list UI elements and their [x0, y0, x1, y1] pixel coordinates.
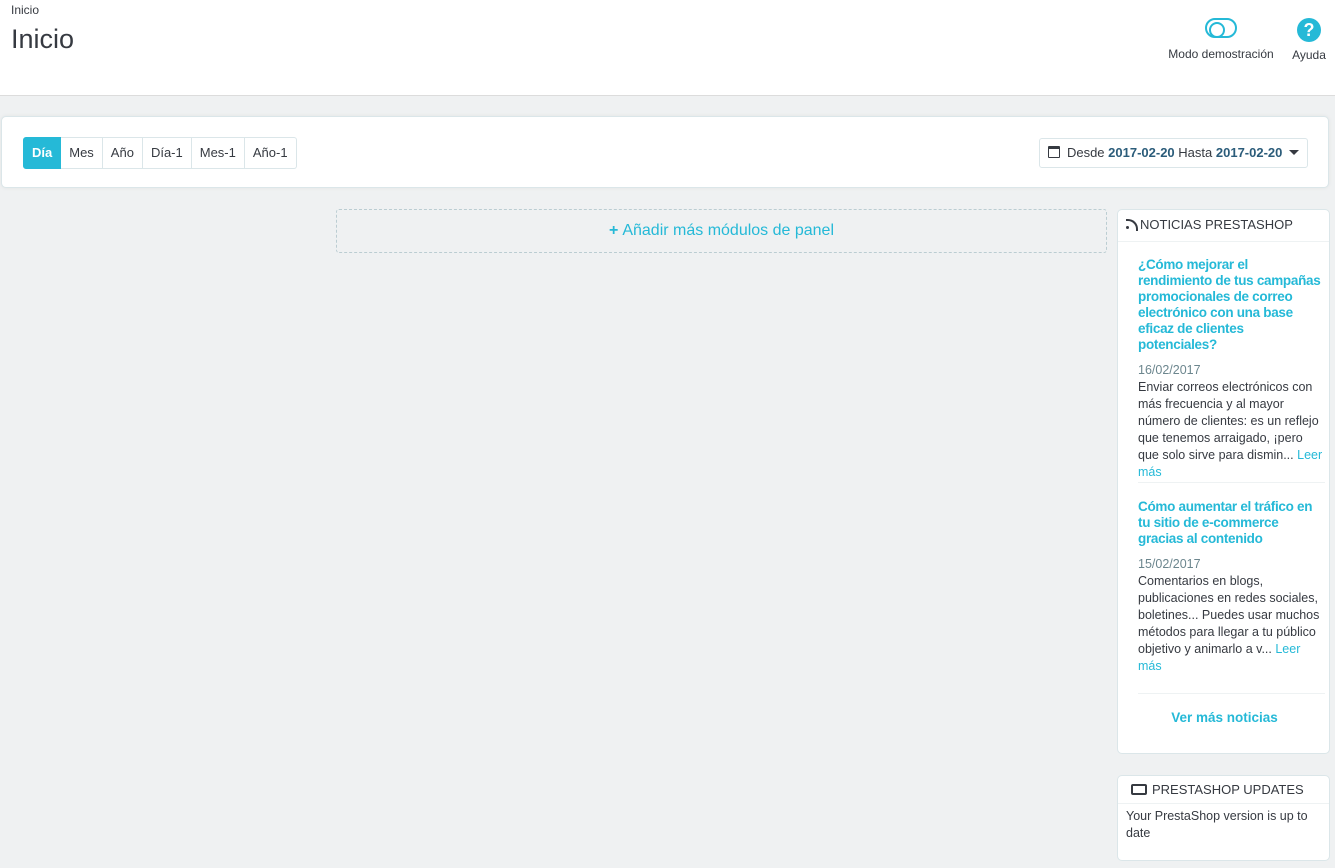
date-range-picker[interactable]: Desde 2017-02-20 Hasta 2017-02-20	[1039, 138, 1308, 168]
article-divider	[1138, 482, 1325, 483]
article-excerpt: Enviar correos electrónicos con más frec…	[1138, 379, 1325, 481]
article-divider	[1138, 693, 1325, 694]
article-date: 15/02/2017	[1138, 557, 1201, 571]
news-panel-heading: NOTICIAS PRESTASHOP	[1118, 210, 1329, 242]
news-article: ¿Cómo mejorar el rendimiento de tus camp…	[1138, 257, 1325, 481]
period-button-previous-month[interactable]: Mes-1	[191, 137, 245, 169]
date-from-label: Desde	[1066, 145, 1105, 160]
calendar-toolbar: Día Mes Año Día-1 Mes-1 Año-1 Desde 2017…	[1, 116, 1329, 188]
demo-mode-label: Modo demostración	[1168, 47, 1274, 61]
breadcrumb[interactable]: Inicio	[11, 3, 39, 17]
caret-down-icon	[1289, 150, 1299, 155]
updates-message: Your PrestaShop version is up to date	[1126, 809, 1308, 840]
article-date: 16/02/2017	[1138, 363, 1201, 377]
article-excerpt: Comentarios en blogs, publicaciones en r…	[1138, 573, 1325, 675]
period-button-previous-year[interactable]: Año-1	[244, 137, 297, 169]
news-heading: NOTICIAS PRESTASHOP	[1140, 217, 1293, 232]
article-excerpt-text: Enviar correos electrónicos con más frec…	[1138, 380, 1319, 462]
period-button-year[interactable]: Año	[102, 137, 143, 169]
refresh-icon	[1131, 784, 1147, 795]
period-button-previous-day[interactable]: Día-1	[142, 137, 192, 169]
page-title: Inicio	[11, 24, 75, 54]
add-modules-label: Añadir más módulos de panel	[622, 222, 835, 239]
more-news-link[interactable]: Ver más noticias	[1118, 710, 1331, 725]
plus-icon: +	[608, 222, 619, 239]
add-modules-button[interactable]: + Añadir más módulos de panel	[336, 209, 1107, 253]
date-to-label: Hasta	[1178, 145, 1213, 160]
updates-panel: PRESTASHOP UPDATES Your PrestaShop versi…	[1117, 775, 1330, 861]
page-header: Inicio Inicio Modo demostración ? Ayuda	[0, 0, 1335, 96]
help-button[interactable]: ? Ayuda	[1288, 18, 1330, 62]
article-title-link[interactable]: ¿Cómo mejorar el rendimiento de tus camp…	[1138, 257, 1325, 353]
period-button-group: Día Mes Año Día-1 Mes-1 Año-1	[23, 137, 297, 169]
rss-icon	[1126, 219, 1138, 231]
demo-mode-button[interactable]: Modo demostración	[1162, 18, 1280, 61]
article-title-link[interactable]: Cómo aumentar el tráfico en tu sitio de …	[1138, 499, 1325, 547]
updates-panel-heading: PRESTASHOP UPDATES	[1118, 776, 1329, 804]
period-button-day[interactable]: Día	[23, 137, 62, 169]
help-label: Ayuda	[1292, 48, 1326, 62]
news-panel: NOTICIAS PRESTASHOP ¿Cómo mejorar el ren…	[1117, 209, 1330, 754]
date-from-value: 2017-02-20	[1108, 145, 1175, 160]
updates-heading: PRESTASHOP UPDATES	[1152, 782, 1304, 797]
calendar-icon	[1048, 146, 1061, 158]
news-article: Cómo aumentar el tráfico en tu sitio de …	[1138, 499, 1325, 675]
toggle-icon	[1205, 18, 1237, 38]
question-circle-icon: ?	[1297, 18, 1321, 42]
date-to-value: 2017-02-20	[1215, 145, 1283, 160]
period-button-month[interactable]: Mes	[61, 137, 103, 169]
